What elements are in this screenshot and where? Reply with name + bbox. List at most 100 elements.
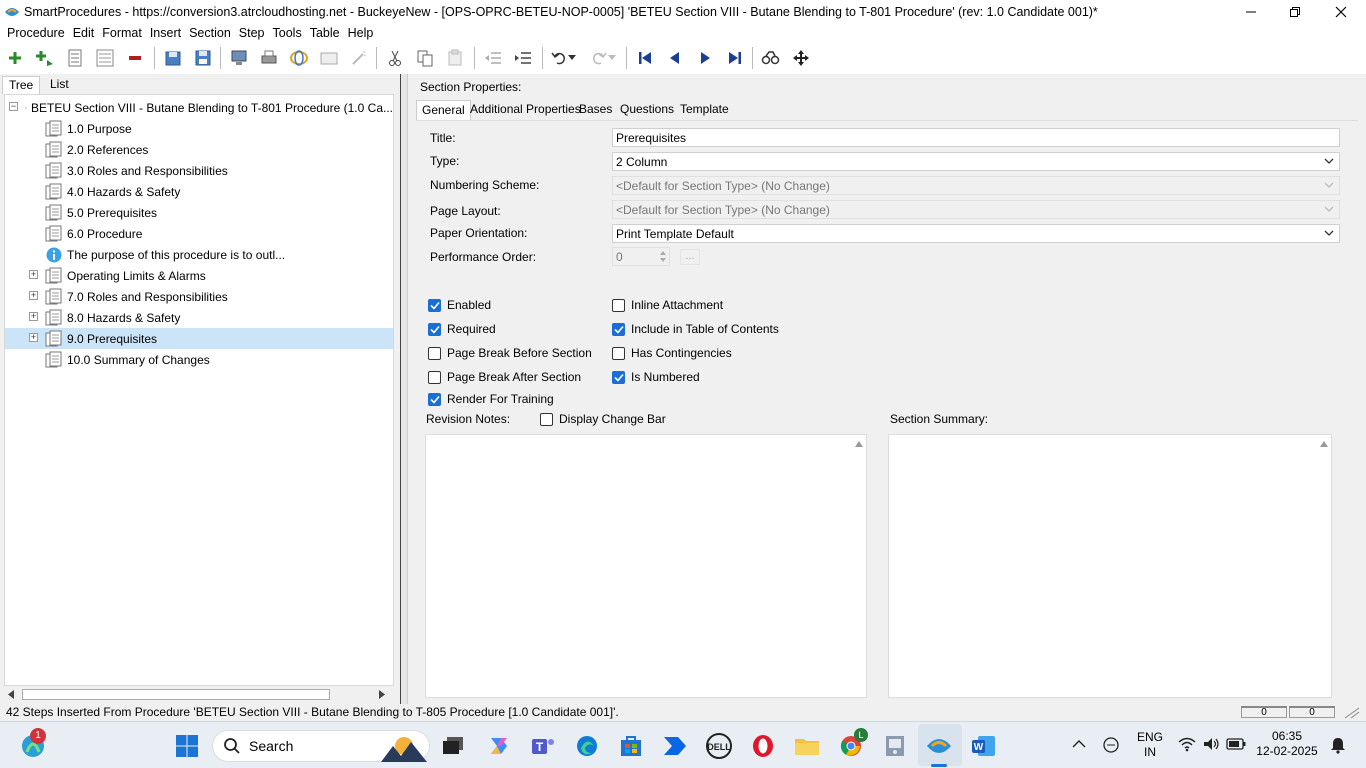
next-button[interactable] [694,48,716,68]
tree-item[interactable]: 5.0 Prerequisites [45,202,157,223]
expand-icon[interactable]: + [29,291,38,300]
network-status-icon[interactable] [1102,736,1120,754]
has-contingencies-checkbox[interactable]: Has Contingencies [612,346,732,360]
menu-section[interactable]: Section [189,26,231,40]
page-layout-select[interactable]: <Default for Section Type> (No Change) [612,200,1340,219]
wifi-icon[interactable] [1178,736,1196,752]
dell-button[interactable]: DELL [704,731,734,761]
print-button[interactable] [258,48,280,68]
task-view-button[interactable] [438,731,468,761]
scroll-up-icon[interactable] [854,439,864,449]
menu-help[interactable]: Help [348,26,374,40]
type-select[interactable]: 2 Column [612,152,1340,171]
tree-item[interactable]: Operating Limits & Alarms [45,265,206,286]
menu-format[interactable]: Format [102,26,142,40]
menu-insert[interactable]: Insert [150,26,181,40]
indent-button[interactable] [512,48,534,68]
page-break-after-checkbox[interactable]: Page Break After Section [428,370,581,384]
tab-bases[interactable]: Bases [574,100,617,120]
volume-icon[interactable] [1202,736,1220,752]
tree-item[interactable]: 2.0 References [45,139,148,160]
scroll-up-icon[interactable] [1319,439,1329,449]
tree-item[interactable]: 4.0 Hazards & Safety [45,181,180,202]
tree-item[interactable]: 7.0 Roles and Responsibilities [45,286,228,307]
copy-button[interactable] [414,48,436,68]
scrollbar-thumb[interactable] [22,689,330,700]
expand-icon[interactable]: + [29,312,38,321]
menu-step[interactable]: Step [239,26,265,40]
inline-attachment-checkbox[interactable]: Inline Attachment [612,298,723,312]
smartprocedures-taskbar-button[interactable] [924,731,954,761]
section-summary-textarea[interactable] [888,434,1332,698]
tree-horizontal-scrollbar[interactable] [4,686,394,703]
scroll-left-icon[interactable] [7,690,15,699]
first-button[interactable] [634,48,656,68]
web-button[interactable] [288,48,310,68]
close-button[interactable] [1318,0,1364,24]
title-input[interactable]: Prerequisites [612,128,1340,147]
opera-button[interactable] [748,731,778,761]
tree-root[interactable]: BETEU Section VIII - Butane Blending to … [25,97,393,118]
paper-orientation-select[interactable]: Print Template Default [612,224,1340,243]
menu-edit[interactable]: Edit [73,26,95,40]
add-child-button[interactable] [34,48,56,68]
previous-button[interactable] [664,48,686,68]
scroll-right-icon[interactable] [378,690,386,699]
move-button[interactable] [790,48,812,68]
tree-item[interactable]: 1.0 Purpose [45,118,132,139]
tab-general[interactable]: General [416,100,471,120]
tab-additional-properties[interactable]: Additional Properties [465,100,586,120]
collapse-icon[interactable]: − [9,102,18,111]
battery-icon[interactable] [1226,737,1246,751]
delete-button[interactable] [124,48,146,68]
export-button[interactable] [318,48,340,68]
find-button[interactable] [760,48,782,68]
clock[interactable]: 06:35 12-02-2025 [1254,729,1320,759]
power-automate-button[interactable] [660,731,690,761]
redo-dropdown[interactable] [606,48,618,68]
spinner-arrows-icon[interactable] [659,249,667,264]
restore-button[interactable] [1272,0,1318,24]
render-for-training-checkbox[interactable]: Render For Training [428,392,554,406]
tree-item[interactable]: The purpose of this procedure is to outl… [45,244,285,265]
tab-list[interactable]: List [44,76,75,94]
display-change-bar-checkbox[interactable]: Display Change Bar [540,412,666,426]
tree-item[interactable]: 8.0 Hazards & Safety [45,307,180,328]
expand-icon[interactable]: + [29,333,38,342]
tab-template[interactable]: Template [675,100,734,120]
enabled-checkbox[interactable]: Enabled [428,298,491,312]
expand-icon[interactable]: + [29,270,38,279]
file-explorer-button[interactable] [792,731,822,761]
tree-item[interactable]: 9.0 Prerequisites [45,328,157,349]
start-button[interactable] [172,731,202,761]
copilot-button[interactable] [484,731,514,761]
tab-tree[interactable]: Tree [2,76,41,94]
required-checkbox[interactable]: Required [428,322,496,336]
undo-dropdown[interactable] [566,48,578,68]
revision-notes-textarea[interactable] [425,434,867,698]
notification-bell-icon[interactable] [1330,736,1346,754]
minimize-button[interactable] [1228,0,1274,24]
performance-order-stepper[interactable]: 0 [612,247,670,266]
paste-button[interactable] [444,48,466,68]
add-button[interactable] [4,48,26,68]
chevron-up-icon[interactable] [1072,739,1086,749]
edge-button[interactable] [572,731,602,761]
outdent-button[interactable] [482,48,504,68]
page-break-before-checkbox[interactable]: Page Break Before Section [428,346,592,360]
last-button[interactable] [724,48,746,68]
performance-order-browse-button[interactable]: ... [680,249,700,265]
menu-table[interactable]: Table [310,26,340,40]
print-preview-button[interactable] [228,48,250,68]
cut-button[interactable] [384,48,406,68]
remote-app-button[interactable] [880,731,910,761]
tree-item[interactable]: 3.0 Roles and Responsibilities [45,160,228,181]
save-button[interactable] [192,48,214,68]
tree-item[interactable]: 10.0 Summary of Changes [45,349,210,370]
properties-button[interactable] [64,48,86,68]
store-button[interactable] [616,731,646,761]
save-all-button[interactable] [162,48,184,68]
teams-button[interactable]: T [528,731,558,761]
menu-procedure[interactable]: Procedure [7,26,65,40]
language-indicator[interactable]: ENG IN [1134,730,1166,760]
